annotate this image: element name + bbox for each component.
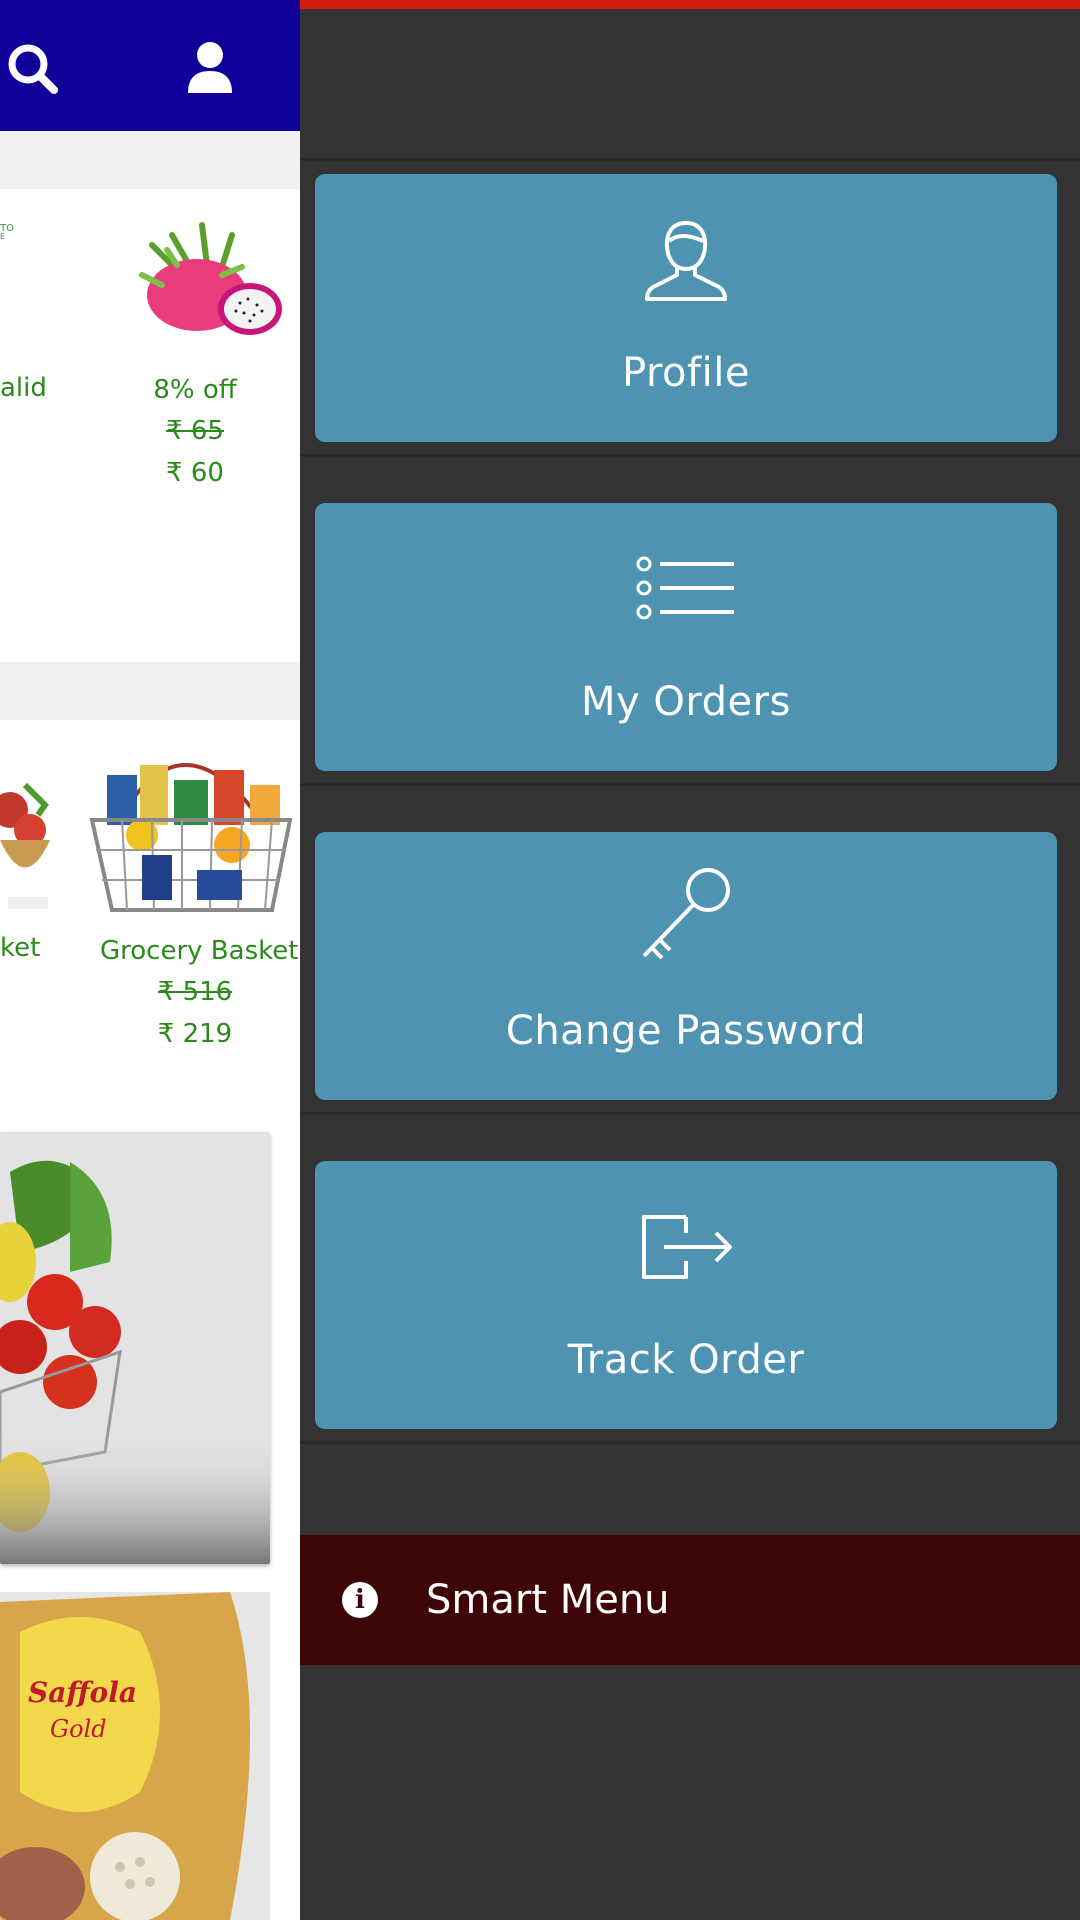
divider <box>300 1441 1080 1444</box>
change-password-tile[interactable]: Change Password <box>315 832 1057 1100</box>
profile-label: Profile <box>622 350 750 396</box>
banner-vegetable-basket[interactable] <box>0 1132 270 1564</box>
my-orders-label: My Orders <box>581 679 791 725</box>
section-divider <box>0 662 300 720</box>
list-icon <box>315 539 1057 639</box>
product-old-price: ₹ 516 <box>157 977 233 1007</box>
product-price: ₹ 60 <box>166 458 224 488</box>
product-image-grocery-basket[interactable] <box>82 735 300 915</box>
change-password-label: Change Password <box>505 1008 867 1054</box>
navigation-drawer: Profile My Orders Change Password Track … <box>300 0 1080 1920</box>
banner-saffola-gold[interactable]: Saffola Gold <box>0 1592 270 1920</box>
svg-text:Gold: Gold <box>50 1715 107 1743</box>
info-icon: i <box>342 1582 378 1618</box>
divider <box>300 783 1080 786</box>
logout-icon <box>315 1197 1057 1297</box>
divider <box>300 1112 1080 1115</box>
my-orders-tile[interactable]: My Orders <box>315 503 1057 771</box>
product-price: ₹ 219 <box>157 1019 233 1049</box>
product-name-partial[interactable]: ket <box>0 933 40 963</box>
track-order-tile[interactable]: Track Order <box>315 1161 1057 1429</box>
profile-icon <box>315 210 1057 310</box>
product-card[interactable]: 8% off ₹ 65 ₹ 60 <box>100 370 290 494</box>
product-image-partial[interactable] <box>0 755 55 915</box>
smart-menu-label: Smart Menu <box>426 1577 670 1623</box>
search-icon[interactable] <box>2 38 62 98</box>
product-image: TO E <box>0 215 20 245</box>
product-image-dragon-fruit[interactable] <box>122 205 287 350</box>
product-discount: 8% off <box>153 375 237 405</box>
svg-text:E: E <box>0 232 5 241</box>
smart-menu-item[interactable]: i Smart Menu <box>300 1535 1080 1665</box>
product-card[interactable]: Grocery Basket ₹ 516 ₹ 219 <box>100 931 299 1055</box>
product-name-partial[interactable]: alid <box>0 373 47 403</box>
key-icon <box>315 862 1057 962</box>
product-old-price: ₹ 65 <box>166 416 224 446</box>
section-divider <box>0 131 300 189</box>
profile-tile[interactable]: Profile <box>315 174 1057 442</box>
track-order-label: Track Order <box>567 1337 805 1383</box>
divider <box>300 158 1080 161</box>
accent-bar <box>300 0 1080 9</box>
divider <box>300 454 1080 457</box>
svg-text:Saffola: Saffola <box>28 1676 137 1709</box>
user-icon[interactable] <box>180 38 240 98</box>
product-name: Grocery Basket <box>100 936 299 966</box>
app-bar <box>0 0 300 131</box>
home-page: TO E alid 8% off ₹ 65 ₹ 60 ket Grocery B… <box>0 0 300 1920</box>
